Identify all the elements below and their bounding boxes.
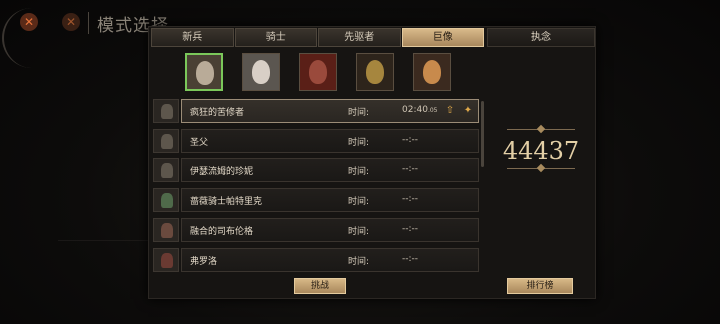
boss-list: 疯狂的苦修者 时间: 02:40.05 ⇧ ✦ 圣父 时间: --:-- 伊瑟流… xyxy=(153,99,479,273)
boss-glyph xyxy=(161,253,173,268)
row-bar: 伊瑟流姆的珍妮 时间: --:-- xyxy=(181,158,479,182)
tab-recruit[interactable]: 新兵 xyxy=(151,28,234,47)
background-divider xyxy=(88,12,89,34)
upgrade-icon[interactable]: ⇧ xyxy=(444,105,456,117)
close-icon[interactable]: ✕ xyxy=(62,13,80,31)
list-item[interactable]: 圣父 时间: --:-- xyxy=(153,129,479,153)
time-label: 时间: xyxy=(348,227,370,237)
tab-knight[interactable]: 骑士 xyxy=(234,28,317,47)
boss-icon xyxy=(153,188,179,212)
difficulty-tabs: 新兵 骑士 先驱者 巨像 xyxy=(151,28,485,47)
portrait-face xyxy=(309,60,327,84)
row-bar: 圣父 时间: --:-- xyxy=(181,129,479,153)
tab-pioneer[interactable]: 先驱者 xyxy=(318,28,401,47)
boss-rush-panel: 新兵 骑士 先驱者 巨像 执念 疯狂的苦修者 时间: 02:40.05 ⇧ ✦ xyxy=(148,26,596,299)
time-label: 时间: xyxy=(348,108,370,118)
time-value: --:-- xyxy=(402,224,419,234)
time-label: 时间: xyxy=(348,167,370,177)
leaderboard-button[interactable]: 排行榜 xyxy=(507,278,573,294)
time-label: 时间: xyxy=(348,138,370,148)
blonde-woman-portrait[interactable] xyxy=(413,53,451,91)
time-ms: .05 xyxy=(427,107,438,114)
time-value: --:-- xyxy=(402,254,419,264)
tab-colossus[interactable]: 巨像 xyxy=(401,28,484,47)
old-man-portrait[interactable] xyxy=(185,53,223,91)
list-item[interactable]: 疯狂的苦修者 时间: 02:40.05 ⇧ ✦ xyxy=(153,99,479,123)
time-value: --:-- xyxy=(402,164,419,174)
score-bottom-ornament xyxy=(536,163,546,173)
portrait-selector xyxy=(185,53,451,91)
time-value: --:-- xyxy=(402,194,419,204)
time-label: 时间: xyxy=(348,197,370,207)
time-label: 时间: xyxy=(348,257,370,267)
score-value: 44437 xyxy=(502,137,580,165)
boss-glyph xyxy=(161,193,173,208)
boss-glyph xyxy=(161,104,173,119)
time-main: 02:40 xyxy=(402,105,428,115)
list-scrollbar[interactable] xyxy=(481,101,484,167)
portrait-face xyxy=(366,60,384,84)
game-screen: ✕ ✕ 模式选择 新兵 骑士 先驱者 巨像 执念 疯狂的苦修者 时间: 02:4… xyxy=(0,0,720,324)
portrait-face xyxy=(423,60,441,84)
time-value: 02:40.05 xyxy=(402,105,437,115)
white-hair-woman-portrait[interactable] xyxy=(242,53,280,91)
boss-name: 弗罗洛 xyxy=(190,257,218,267)
list-item[interactable]: 融合的司布伦格 时间: --:-- xyxy=(153,218,479,242)
boss-icon xyxy=(153,158,179,182)
boss-icon xyxy=(153,248,179,272)
row-bar: 融合的司布伦格 时间: --:-- xyxy=(181,218,479,242)
list-item[interactable]: 蔷薇骑士帕特里克 时间: --:-- xyxy=(153,188,479,212)
boss-name: 伊瑟流姆的珍妮 xyxy=(190,167,254,177)
portrait-face xyxy=(196,61,214,85)
portrait-face xyxy=(252,60,270,84)
boss-icon xyxy=(153,99,179,123)
row-bar: 蔷薇骑士帕特里克 时间: --:-- xyxy=(181,188,479,212)
background-decoration xyxy=(58,240,148,290)
close-icon[interactable]: ✕ xyxy=(20,13,38,31)
boss-name: 融合的司布伦格 xyxy=(190,227,254,237)
boss-glyph xyxy=(161,163,173,178)
boss-glyph xyxy=(161,223,173,238)
score-top-ornament xyxy=(536,124,546,134)
row-bar: 弗罗洛 时间: --:-- xyxy=(181,248,479,272)
boss-glyph xyxy=(161,134,173,149)
list-item[interactable]: 伊瑟流姆的珍妮 时间: --:-- xyxy=(153,158,479,182)
challenge-button[interactable]: 挑战 xyxy=(294,278,346,294)
list-item[interactable]: 弗罗洛 时间: --:-- xyxy=(153,248,479,272)
boss-name: 疯狂的苦修者 xyxy=(190,108,245,118)
boss-icon xyxy=(153,218,179,242)
row-bar: 疯狂的苦修者 时间: 02:40.05 ⇧ ✦ xyxy=(181,99,479,123)
tab-obsession[interactable]: 执念 xyxy=(487,28,595,47)
compass-icon[interactable]: ✦ xyxy=(462,105,474,117)
time-value: --:-- xyxy=(402,135,419,145)
masked-figure-portrait[interactable] xyxy=(356,53,394,91)
boss-name: 蔷薇骑士帕特里克 xyxy=(190,197,263,207)
boss-icon xyxy=(153,129,179,153)
boss-name: 圣父 xyxy=(190,138,209,148)
hooded-woman-portrait[interactable] xyxy=(299,53,337,91)
score-display: 44437 xyxy=(489,124,593,173)
